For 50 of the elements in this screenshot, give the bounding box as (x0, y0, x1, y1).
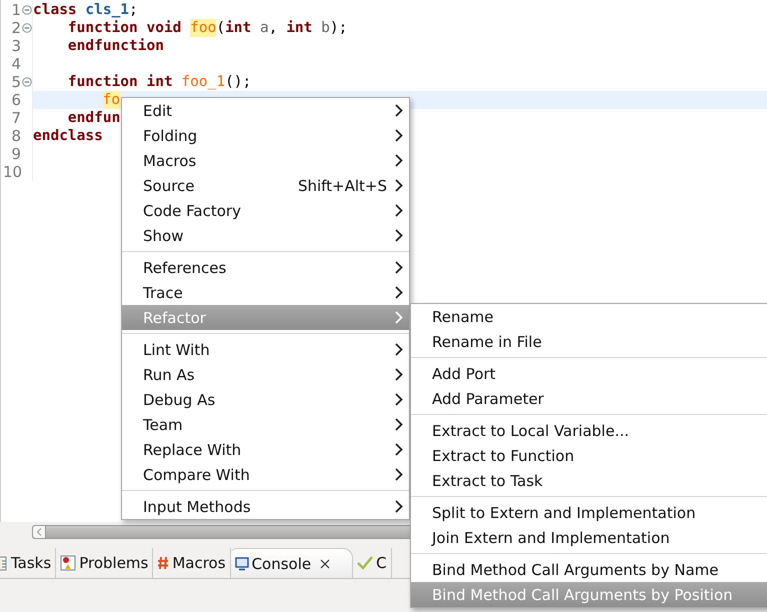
tab-label: Tasks (11, 554, 52, 572)
menu-item[interactable]: Extract to Function (411, 443, 767, 468)
view-tab[interactable]: Tasks (0, 548, 56, 578)
line-number: 4 (10, 55, 21, 73)
menu-item[interactable]: Extract to Task (411, 468, 767, 493)
menu-item[interactable]: Lint With (122, 337, 409, 362)
menu-item[interactable]: Folding (122, 123, 409, 148)
tab-label: C (376, 554, 387, 572)
menu-item[interactable]: Add Port (411, 361, 767, 386)
code-line: endfun (66, 109, 120, 127)
menu-item[interactable]: References (122, 255, 409, 280)
line-number: 8 (10, 127, 21, 145)
code-line: class cls_1; (33, 1, 138, 19)
line-number: 1 (10, 1, 21, 19)
menu-item[interactable]: Compare With (122, 462, 409, 487)
line-number: 2 (10, 19, 21, 37)
menu-item[interactable]: Show (122, 223, 409, 248)
view-tab[interactable]: Console (230, 548, 354, 578)
menu-item[interactable]: Input Methods (122, 494, 409, 519)
menu-item[interactable]: Macros (122, 148, 409, 173)
menu-item[interactable]: Code Factory (122, 198, 409, 223)
tab-label: Console (252, 554, 312, 572)
code-line: endclass (33, 127, 103, 145)
menu-item[interactable]: Edit (122, 98, 409, 123)
menu-item[interactable]: Run As (122, 362, 409, 387)
line-number: 3 (10, 37, 21, 55)
code-line: function void foo(int a, int b); (66, 19, 348, 37)
menu-item[interactable]: Extract to Local Variable... (411, 418, 767, 443)
menu-item[interactable]: Rename (411, 304, 767, 329)
menu-item[interactable]: Team (122, 412, 409, 437)
menu-item[interactable]: Split to Extern and Implementation (411, 500, 767, 525)
tab-label: Macros (172, 554, 226, 572)
view-tab[interactable]: Problems (56, 548, 154, 578)
menu-item[interactable]: Rename in File (411, 329, 767, 354)
menu-item[interactable]: Source Shift+Alt+S (122, 173, 409, 198)
line-number: 5 (10, 73, 21, 91)
line-number: 6 (10, 91, 21, 109)
menu-item[interactable]: Add Parameter (411, 386, 767, 411)
code-line: endfunction (66, 37, 164, 55)
code-line: function int foo_1(); (66, 73, 252, 91)
line-number: 7 (10, 109, 21, 127)
menu-item[interactable]: Debug As (122, 387, 409, 412)
menu-item[interactable]: Trace (122, 280, 409, 305)
line-number: 10 (3, 163, 21, 181)
view-tab[interactable]: C (353, 548, 392, 578)
menu-item[interactable]: Bind Method Call Arguments by Name (411, 557, 767, 582)
line-number: 9 (10, 145, 21, 163)
tab-label: Problems (79, 554, 148, 572)
menu-item[interactable]: Replace With (122, 437, 409, 462)
menu-item[interactable]: Join Extern and Implementation (411, 525, 767, 550)
